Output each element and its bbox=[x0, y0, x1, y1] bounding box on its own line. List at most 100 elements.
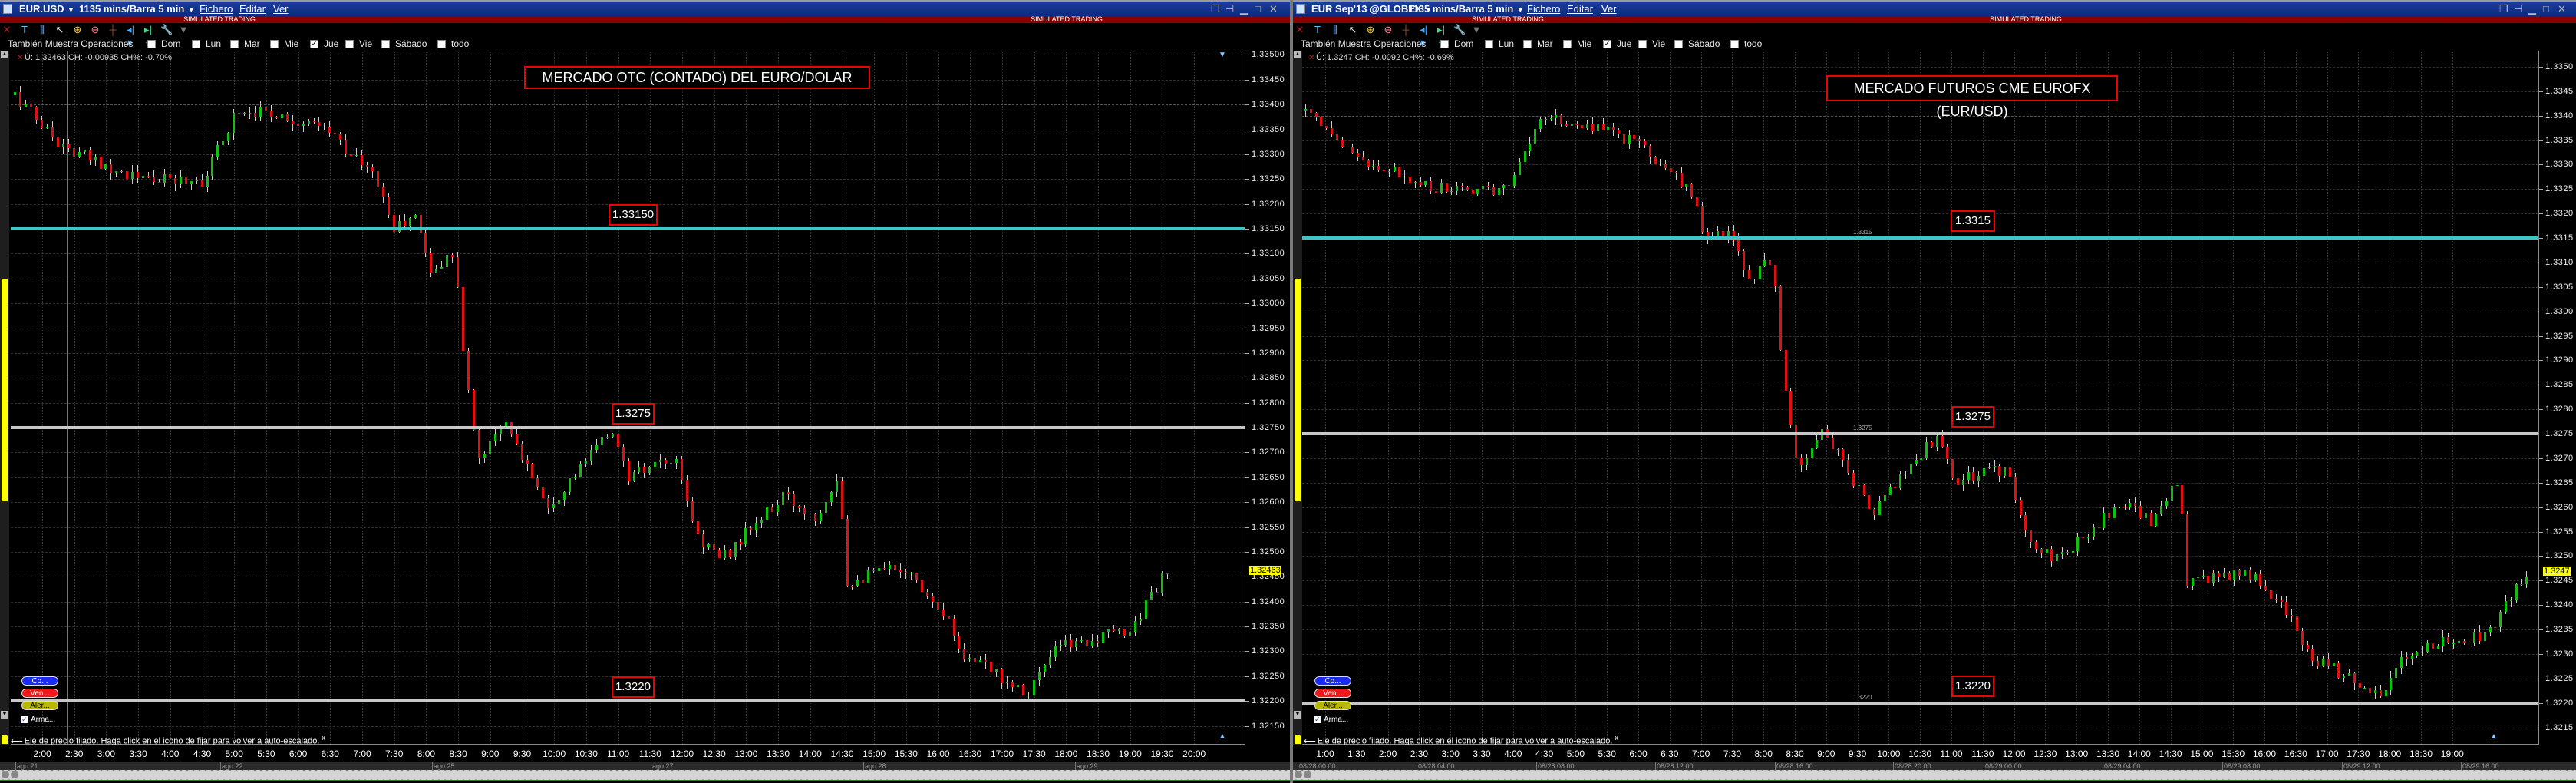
compress-icon[interactable]: ▸|◂ bbox=[1436, 24, 1446, 48]
expand-icon[interactable]: ◂|▸ bbox=[125, 24, 136, 48]
scroll-thumb[interactable] bbox=[1295, 279, 1301, 501]
scroll-marker-top-icon[interactable]: ▼ bbox=[1219, 51, 1226, 59]
menu-editar[interactable]: Editar bbox=[239, 2, 266, 16]
scroll-down-button[interactable]: ▼ bbox=[1294, 711, 1301, 719]
info-remove-icon[interactable]: ✕ bbox=[1308, 54, 1314, 62]
pin-icon[interactable]: ⊣ bbox=[2514, 2, 2522, 16]
horizontal-level-line[interactable] bbox=[11, 426, 1245, 429]
crosshair-icon[interactable]: ┼ bbox=[107, 24, 118, 36]
checkbox[interactable] bbox=[1440, 40, 1449, 48]
restore-windows-icon[interactable]: ❐ bbox=[1211, 2, 1220, 16]
scroll-marker-bottom-icon[interactable]: ▲ bbox=[1219, 732, 1226, 741]
draw-line-icon[interactable]: ↖ bbox=[54, 24, 65, 36]
checkbox[interactable] bbox=[270, 40, 279, 48]
lock-icon[interactable] bbox=[1295, 734, 1301, 744]
text-tool-icon[interactable]: T bbox=[19, 24, 30, 36]
crosshair-icon[interactable]: ┼ bbox=[1400, 24, 1411, 36]
period-selector[interactable]: 1135 mins/Barra 5 min ▼ bbox=[79, 2, 195, 18]
scroll-thumb[interactable] bbox=[2, 279, 8, 501]
candle bbox=[1591, 124, 1595, 131]
date-navigator[interactable]: 08/28 00:00 08/28 04:00 08/28 08:00 08/28 1… bbox=[1293, 762, 2576, 770]
dropdown-icon[interactable]: ▼ bbox=[178, 24, 189, 36]
menu-fichero[interactable]: Fichero bbox=[1527, 2, 1560, 16]
checkbox[interactable] bbox=[147, 40, 156, 48]
order-button-sell[interactable]: Ven... bbox=[1314, 689, 1351, 698]
horizontal-level-line[interactable] bbox=[11, 227, 1245, 230]
draw-line-icon[interactable]: ↖ bbox=[1347, 24, 1358, 36]
order-button-alert[interactable]: Aler... bbox=[21, 701, 58, 710]
horizontal-level-line[interactable] bbox=[1302, 236, 2538, 240]
checkbox[interactable] bbox=[1674, 40, 1683, 48]
symbol-selector[interactable]: EUR.USD ▼ bbox=[19, 2, 74, 18]
scroll-down-button[interactable]: ▼ bbox=[1, 711, 8, 719]
remove-icon[interactable]: ✕ bbox=[2, 24, 12, 36]
checkbox[interactable] bbox=[1563, 40, 1572, 48]
date-navigator[interactable]: ago 21 ago 22 ago 25 ago 27 ago 28 ago 29 bbox=[0, 762, 1290, 770]
close-icon[interactable]: ✕ bbox=[1269, 2, 1278, 16]
arma-toggle[interactable]: ✓ Arma... bbox=[21, 715, 55, 724]
bar-chart-icon[interactable]: ⫼ bbox=[37, 24, 48, 36]
horizontal-level-line[interactable] bbox=[1302, 432, 2538, 435]
price-scroll-strip[interactable]: ▲ ▼ bbox=[1293, 51, 1302, 745]
order-button-buy[interactable]: Co... bbox=[21, 676, 58, 686]
checkbox[interactable]: ✓ bbox=[1603, 40, 1611, 48]
pin-icon[interactable]: ⊣ bbox=[1225, 2, 1234, 16]
minimize-icon[interactable]: ▁ bbox=[2528, 2, 2536, 16]
scroll-up-button[interactable]: ▲ bbox=[1294, 51, 1301, 58]
time-scrollbar[interactable] bbox=[1293, 770, 2576, 781]
checkbox[interactable]: ✓ bbox=[21, 716, 28, 723]
dismiss-notice-button[interactable]: x bbox=[1615, 734, 1618, 742]
price-scroll-strip[interactable]: ▲ ▼ bbox=[0, 51, 9, 745]
scroll-right-button[interactable] bbox=[1304, 771, 1311, 778]
checkbox[interactable] bbox=[230, 40, 239, 48]
checkbox[interactable] bbox=[381, 40, 390, 48]
checkbox[interactable] bbox=[1523, 40, 1532, 48]
scroll-right-button[interactable] bbox=[11, 771, 18, 778]
menu-fichero[interactable]: Fichero bbox=[200, 2, 233, 16]
wrench-icon[interactable]: 🔧 bbox=[160, 24, 173, 36]
checkbox[interactable] bbox=[1638, 40, 1647, 48]
restore-windows-icon[interactable]: ❐ bbox=[2499, 2, 2508, 16]
checkbox[interactable] bbox=[192, 40, 200, 48]
order-button-sell[interactable]: Ven... bbox=[21, 689, 58, 698]
checkbox[interactable] bbox=[345, 40, 354, 48]
order-button-buy[interactable]: Co... bbox=[1314, 676, 1351, 686]
horizontal-level-line[interactable] bbox=[11, 699, 1245, 703]
menu-ver[interactable]: Ver bbox=[1601, 2, 1617, 16]
minimize-icon[interactable]: ▁ bbox=[1240, 2, 1248, 16]
order-button-alert[interactable]: Aler... bbox=[1314, 701, 1351, 710]
compress-icon[interactable]: ▸|◂ bbox=[143, 24, 153, 48]
text-tool-icon[interactable]: T bbox=[1312, 24, 1323, 36]
scroll-left-button[interactable] bbox=[1295, 771, 1302, 778]
scroll-marker-bottom-icon[interactable]: ▲ bbox=[2490, 732, 2498, 741]
zoom-out-icon[interactable]: ⊖ bbox=[1383, 24, 1394, 36]
arma-toggle[interactable]: ✓ Arma... bbox=[1314, 715, 1348, 724]
close-icon[interactable]: ✕ bbox=[2558, 2, 2566, 16]
remove-icon[interactable]: ✕ bbox=[1295, 24, 1305, 36]
price-chart[interactable]: ✕ Ú: 1.3247 CH: -0.0092 CH%: -0.69% 1.3315… bbox=[1302, 51, 2539, 745]
info-remove-icon[interactable]: ✕ bbox=[17, 54, 23, 62]
dropdown-icon[interactable]: ▼ bbox=[1471, 24, 1482, 36]
dismiss-notice-button[interactable]: x bbox=[322, 734, 325, 742]
maximize-icon[interactable]: □ bbox=[1255, 2, 1261, 16]
time-scrollbar[interactable] bbox=[0, 770, 1290, 781]
checkbox[interactable]: ✓ bbox=[310, 40, 318, 48]
horizontal-level-line[interactable] bbox=[1302, 701, 2538, 705]
checkbox[interactable]: ✓ bbox=[1314, 716, 1321, 723]
zoom-out-icon[interactable]: ⊖ bbox=[90, 24, 101, 36]
checkbox[interactable] bbox=[437, 40, 446, 48]
checkbox[interactable] bbox=[1730, 40, 1739, 48]
checkbox[interactable] bbox=[1485, 40, 1493, 48]
wrench-icon[interactable]: 🔧 bbox=[1453, 24, 1466, 36]
scroll-left-button[interactable] bbox=[2, 771, 9, 778]
zoom-in-icon[interactable]: ⊕ bbox=[1365, 24, 1376, 36]
scroll-up-button[interactable]: ▲ bbox=[1, 51, 8, 58]
price-chart[interactable]: ✕ Ú: 1.32463 CH: -0.00935 CH%: -0.70% 1.33… bbox=[11, 51, 1245, 745]
maximize-icon[interactable]: □ bbox=[2543, 2, 2549, 16]
menu-ver[interactable]: Ver bbox=[273, 2, 289, 16]
lock-icon[interactable] bbox=[2, 734, 8, 744]
menu-editar[interactable]: Editar bbox=[1567, 2, 1593, 16]
bar-chart-icon[interactable]: ⫼ bbox=[1330, 24, 1341, 36]
expand-icon[interactable]: ◂|▸ bbox=[1418, 24, 1429, 48]
zoom-in-icon[interactable]: ⊕ bbox=[72, 24, 83, 36]
